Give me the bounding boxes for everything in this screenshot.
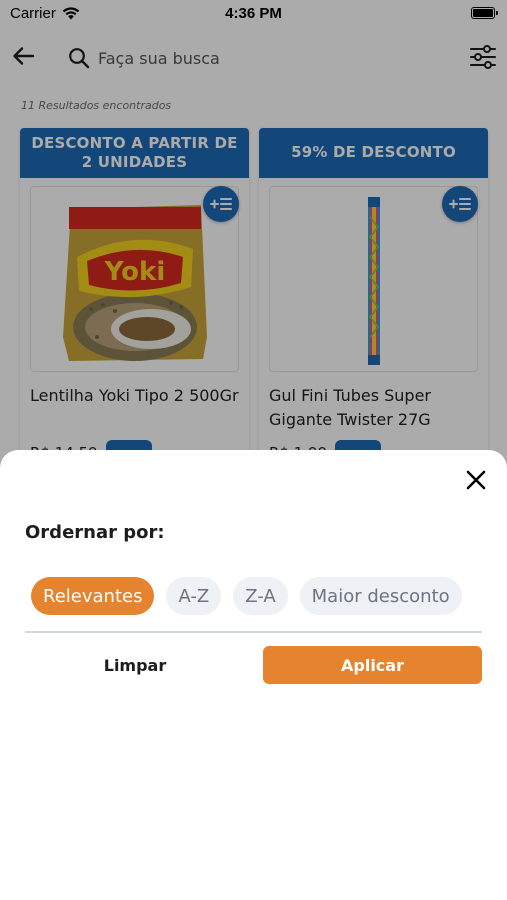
apply-button[interactable]: Aplicar xyxy=(263,646,482,684)
sort-title: Ordernar por: xyxy=(25,522,165,543)
sort-option-a-z[interactable]: A-Z xyxy=(166,577,222,615)
sort-option-z-a[interactable]: Z-A xyxy=(233,577,288,615)
sort-option-relevantes[interactable]: Relevantes xyxy=(31,577,155,615)
divider xyxy=(25,631,482,633)
sort-option-maior-desconto[interactable]: Maior desconto xyxy=(299,577,462,615)
clear-button[interactable]: Limpar xyxy=(25,646,245,684)
sort-options: Relevantes A-Z Z-A Maior desconto xyxy=(31,577,482,617)
sort-bottom-sheet: Ordernar por: Relevantes A-Z Z-A Maior d… xyxy=(0,450,507,900)
close-icon[interactable] xyxy=(462,466,490,494)
